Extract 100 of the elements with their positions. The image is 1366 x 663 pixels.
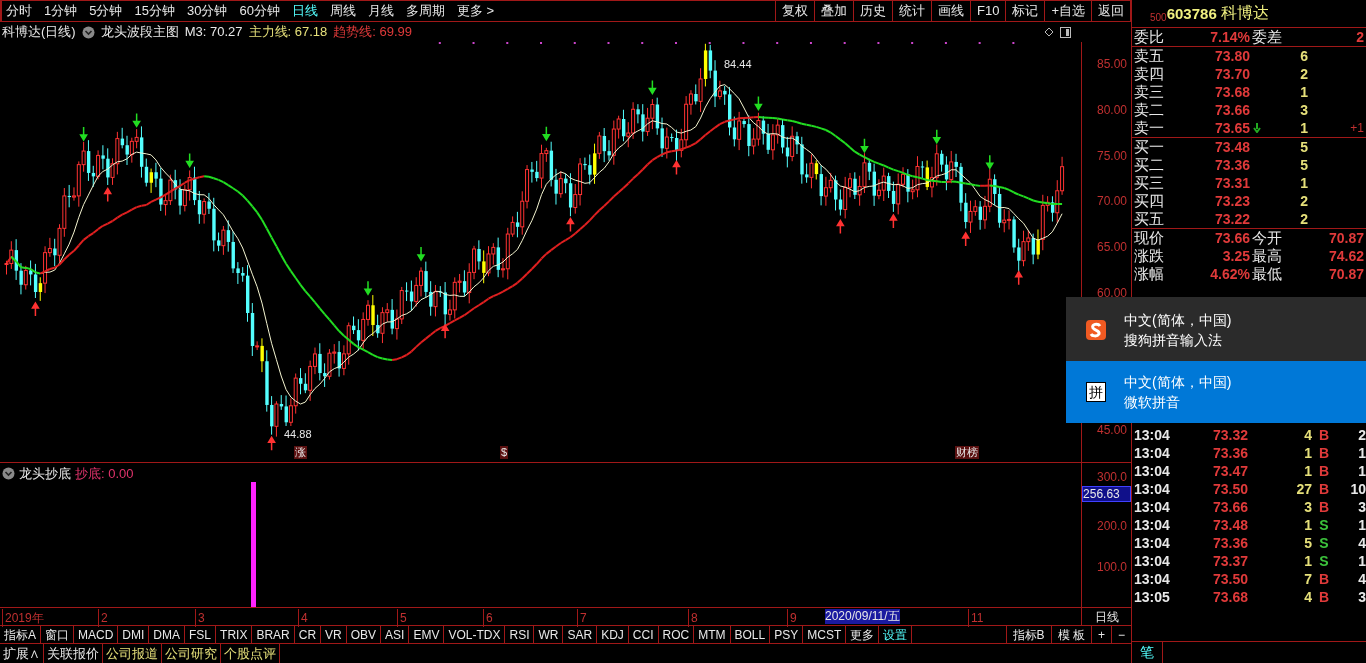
period-tab[interactable]: 分时 <box>6 1 32 21</box>
indicator-tab[interactable]: − <box>1111 626 1131 643</box>
period-tab[interactable]: 多周期 <box>405 1 445 21</box>
info-tab[interactable]: 扩展∧ <box>0 644 44 663</box>
indicator-reading: 趋势线: 69.99 <box>333 23 413 42</box>
info-tab[interactable]: 个股点评 <box>221 644 280 663</box>
trade-price: 73.50 <box>1211 569 1248 589</box>
period-tab[interactable]: 30分钟 <box>186 1 228 21</box>
order-label: 买二 <box>1134 154 1165 175</box>
indicator-tab[interactable]: DMI <box>118 626 150 643</box>
toolbar-button[interactable]: 历史 <box>853 1 892 21</box>
indicator-tab[interactable]: PSY <box>770 626 804 643</box>
info-tab[interactable]: 公司研究 <box>162 644 221 663</box>
indicator-tab[interactable]: 窗口 <box>41 626 74 643</box>
order-volume: 5 <box>1299 155 1308 175</box>
dropdown-icon[interactable] <box>81 25 95 39</box>
order-price: 73.66 <box>1213 100 1250 120</box>
trade-count: 4 <box>1357 533 1366 553</box>
indicator-tab[interactable]: KDJ <box>597 626 629 643</box>
indicator-tab[interactable]: VR <box>321 626 347 643</box>
indicator-tab[interactable]: CR <box>294 626 322 643</box>
toolbar-button[interactable]: 叠加 <box>814 1 853 21</box>
period-tab[interactable]: 15分钟 <box>134 1 175 21</box>
trade-count: 1 <box>1357 551 1366 571</box>
trade-volume: 3 <box>1303 497 1312 517</box>
indicator-tab[interactable]: 设置 <box>879 626 913 643</box>
diamond-icon[interactable] <box>1044 27 1054 37</box>
trade-price: 73.37 <box>1211 551 1248 571</box>
order-price: 73.31 <box>1213 173 1250 193</box>
order-label: 卖三 <box>1134 81 1165 102</box>
toolbar-button[interactable]: F10 <box>970 1 1006 21</box>
indicator-tab[interactable]: DMA <box>149 626 186 643</box>
stock-name: 科博达 <box>1220 3 1269 23</box>
info-tab[interactable]: 公司报道 <box>103 644 162 663</box>
indicator-tab[interactable]: ROC <box>658 626 695 643</box>
info-tab[interactable]: 关联报价 <box>44 644 103 663</box>
order-volume: 2 <box>1299 191 1308 211</box>
indicator-tab[interactable]: 更多 <box>846 626 880 643</box>
indicator-tab[interactable]: BRAR <box>252 626 295 643</box>
trade-side: S <box>1318 551 1330 571</box>
trade-time: 13:05 <box>1134 587 1171 607</box>
trade-time: 13:04 <box>1134 569 1171 589</box>
indicator-tab[interactable]: BOLL <box>730 626 771 643</box>
quote-value: 3.25 <box>1221 247 1250 265</box>
trade-count: 1 <box>1357 443 1366 463</box>
indicator-tab[interactable]: SAR <box>563 626 598 643</box>
indicator-tab[interactable]: 指标A <box>0 626 41 643</box>
toolbar-button[interactable]: 标记 <box>1005 1 1045 21</box>
indicator-tab[interactable]: FSL <box>185 626 217 643</box>
indicator-tab[interactable]: 指标B <box>1005 626 1051 643</box>
order-volume: 2 <box>1299 64 1308 84</box>
event-marker[interactable]: $ <box>500 446 509 459</box>
event-marker[interactable]: 财榜 <box>955 446 979 459</box>
trade-time: 13:04 <box>1134 443 1171 463</box>
cursor-date: 2020/09/11/五 <box>825 609 900 624</box>
indicator-reading: 抄底: 0.00 <box>75 465 134 483</box>
indicator-tab[interactable]: MTM <box>694 626 731 643</box>
trade-volume: 5 <box>1303 533 1312 553</box>
date-label: 8 <box>688 609 698 627</box>
chart-title: 科博达(日线) <box>2 23 76 42</box>
indicator-reading: 主力线: 67.18 <box>248 23 328 42</box>
quote-value: 2 <box>1355 28 1365 46</box>
indicator-tab[interactable]: WR <box>534 626 564 643</box>
toolbar-button[interactable]: 画线 <box>931 1 970 21</box>
order-price: 73.36 <box>1213 155 1250 175</box>
indicator-tab[interactable]: + <box>1090 626 1111 643</box>
trade-count: 1 <box>1357 461 1366 481</box>
period-tab[interactable]: 日线 <box>291 1 318 21</box>
toolbar-button[interactable]: +自选 <box>1044 1 1091 21</box>
stock-code: 603786 <box>1166 3 1217 24</box>
indicator-name: 龙头抄底 <box>19 465 71 483</box>
period-tab[interactable]: 1分钟 <box>44 1 78 21</box>
indicator-tab[interactable]: TRIX <box>216 626 253 643</box>
period-tab[interactable]: 月线 <box>367 1 394 21</box>
order-price: 73.22 <box>1213 209 1250 229</box>
period-tab[interactable]: 周线 <box>329 1 356 21</box>
period-tab[interactable]: 5分钟 <box>89 1 123 21</box>
event-marker[interactable]: 涨 <box>294 446 307 459</box>
indicator-tab[interactable]: MACD <box>74 626 119 643</box>
indicator-tab[interactable]: RSI <box>505 626 535 643</box>
toolbar-button[interactable]: 复权 <box>775 1 814 21</box>
indicator-tab[interactable]: CCI <box>628 626 659 643</box>
indicator-tab[interactable]: EMV <box>409 626 445 643</box>
menu-item[interactable]: 拼 中文(简体，中国) 微软拼音 <box>1066 361 1366 423</box>
indicator-tab[interactable]: 模 板 <box>1050 626 1091 643</box>
date-label: 9 <box>787 609 797 627</box>
order-volume: 2 <box>1299 209 1308 229</box>
indicator-tab[interactable]: OBV <box>346 626 382 643</box>
period-tab[interactable]: 60分钟 <box>239 1 280 21</box>
dropdown-icon[interactable] <box>2 467 15 481</box>
indicator-tab[interactable]: MCST <box>803 626 847 643</box>
trade-volume: 27 <box>1295 479 1312 499</box>
trade-tab[interactable]: 笔 <box>1132 642 1163 663</box>
toolbar-button[interactable]: 统计 <box>892 1 931 21</box>
toolbar-button[interactable]: 返回 <box>1091 1 1130 21</box>
period-tab[interactable]: 更多 > <box>456 1 495 21</box>
indicator-tab[interactable]: VOL-TDX <box>444 626 506 643</box>
indicator-tab[interactable]: ASI <box>381 626 410 643</box>
panel-toggle-icon[interactable] <box>1060 26 1071 38</box>
menu-item-subtitle: 微软拼音 <box>1124 393 1181 412</box>
